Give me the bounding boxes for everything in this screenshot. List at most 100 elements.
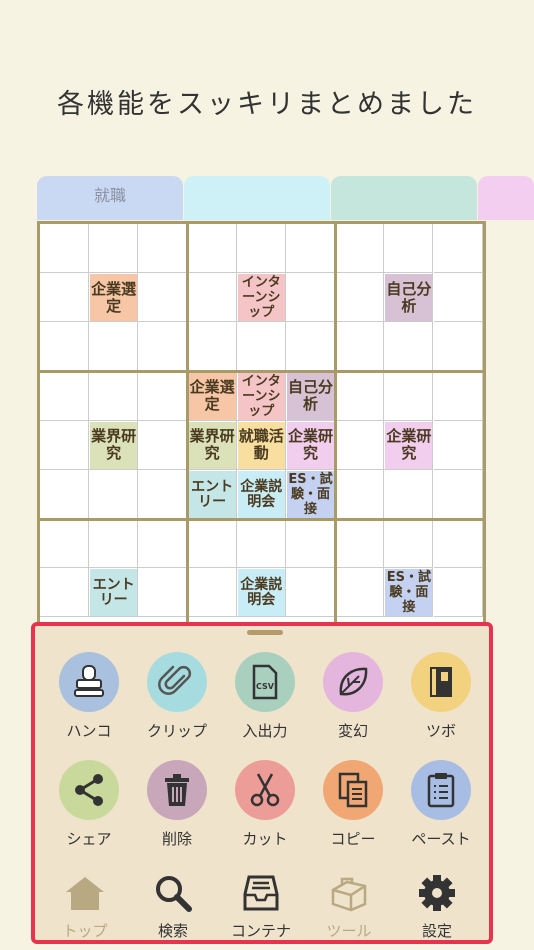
tab-label: 就職 xyxy=(93,186,126,205)
grid-cell[interactable] xyxy=(89,224,139,273)
grid-cell[interactable] xyxy=(433,322,483,372)
tool-cut-button[interactable]: カット xyxy=(225,760,305,849)
grid-cell[interactable] xyxy=(335,371,385,421)
grid-cell[interactable] xyxy=(384,224,434,273)
grid-cell[interactable] xyxy=(138,420,188,470)
tool-henken-button[interactable]: 変幻 xyxy=(313,652,393,741)
grid-cell[interactable] xyxy=(40,371,89,421)
grid-cell[interactable] xyxy=(335,322,385,372)
share-icon xyxy=(59,760,119,820)
grid-tag[interactable]: 企業選定 xyxy=(188,372,236,420)
grid-cell[interactable] xyxy=(40,519,89,569)
grid-cell[interactable] xyxy=(335,224,385,273)
tab-2[interactable] xyxy=(184,176,330,220)
grid-cell[interactable] xyxy=(384,519,434,569)
grid-tag[interactable]: 業界研究 xyxy=(90,421,138,469)
grid-cell[interactable] xyxy=(433,470,483,519)
grid-cell[interactable] xyxy=(286,322,335,372)
grid-tag[interactable]: エントリー xyxy=(90,569,138,617)
grid-cell[interactable] xyxy=(236,224,286,273)
grid-cell[interactable] xyxy=(286,519,335,569)
grid-cell[interactable] xyxy=(286,568,335,618)
grid-cell[interactable] xyxy=(335,273,385,323)
tab-3[interactable] xyxy=(331,176,477,220)
grid-tag[interactable]: 自己分析 xyxy=(287,372,334,420)
tool-label: クリップ xyxy=(146,722,207,740)
grid-cell[interactable] xyxy=(40,420,89,470)
nav-settings[interactable]: 設定 xyxy=(397,874,477,941)
grid-cell[interactable] xyxy=(40,273,89,323)
tab-4[interactable] xyxy=(478,176,534,220)
nav-tool[interactable]: ツール xyxy=(309,874,389,941)
tool-hanko-button[interactable]: ハンコ xyxy=(49,652,129,741)
tool-label: ペースト xyxy=(411,830,471,848)
nav-top[interactable]: トップ xyxy=(45,874,125,941)
grid-cell[interactable] xyxy=(187,224,237,273)
grid-cell[interactable] xyxy=(89,519,139,569)
grid-tag[interactable]: エントリー xyxy=(188,471,236,518)
block-divider xyxy=(40,517,483,521)
grid-tag[interactable]: インターンシップ xyxy=(237,274,285,322)
grid-cell[interactable] xyxy=(138,322,188,372)
grid-tag[interactable]: 企業説明会 xyxy=(237,569,285,617)
grid-tag[interactable]: 自己分析 xyxy=(385,274,433,322)
grid-tag[interactable]: 企業研究 xyxy=(287,421,334,469)
grid-cell[interactable] xyxy=(335,519,385,569)
grid-cell[interactable] xyxy=(89,371,139,421)
grid-cell[interactable] xyxy=(286,273,335,323)
grid-cell[interactable] xyxy=(40,322,89,372)
grid-cell[interactable] xyxy=(335,568,385,618)
tool-delete-button[interactable]: 削除 xyxy=(137,760,217,849)
tool-tsubo-button[interactable]: ツボ xyxy=(401,652,481,741)
grid-cell[interactable] xyxy=(433,420,483,470)
grid-cell[interactable] xyxy=(433,568,483,618)
grid-cell[interactable] xyxy=(89,322,139,372)
grid-cell[interactable] xyxy=(433,224,483,273)
grid-cell[interactable] xyxy=(433,371,483,421)
grid-tag[interactable]: ES・試験・面接 xyxy=(287,471,334,518)
grid-tag[interactable]: 企業選定 xyxy=(90,274,138,322)
grid-cell[interactable] xyxy=(236,519,286,569)
grid-cell[interactable] xyxy=(138,273,188,323)
memo-grid[interactable]: 企業選定 インターンシップ 自己分析 企業選定 インターンシップ 自己分析 業界研究 業界研究… xyxy=(37,221,486,631)
grid-cell[interactable] xyxy=(384,470,434,519)
grid-cell[interactable] xyxy=(187,322,237,372)
grid-cell[interactable] xyxy=(433,519,483,569)
grid-cell[interactable] xyxy=(433,273,483,323)
grid-cell[interactable] xyxy=(138,568,188,618)
tab-shushoku[interactable]: 就職 xyxy=(37,176,183,220)
grid-tag[interactable]: 就職活動 xyxy=(237,421,285,469)
grid-tag[interactable]: ES・試験・面接 xyxy=(385,569,433,617)
tool-share-button[interactable]: シェア xyxy=(49,760,129,849)
grid-cell[interactable] xyxy=(187,519,237,569)
grid-cell[interactable] xyxy=(138,519,188,569)
tool-io-button[interactable]: CSV 入出力 xyxy=(225,652,305,741)
nav-container[interactable]: コンテナ xyxy=(221,874,301,941)
grid-cell[interactable] xyxy=(384,371,434,421)
grid-cell[interactable] xyxy=(138,470,188,519)
grid-tag[interactable]: 企業説明会 xyxy=(237,471,285,518)
grid-cell[interactable] xyxy=(40,224,89,273)
grid-cell[interactable] xyxy=(384,322,434,372)
drag-handle[interactable] xyxy=(247,630,283,635)
grid-cell[interactable] xyxy=(89,470,139,519)
grid-tag[interactable]: インターンシップ xyxy=(237,372,285,420)
nav-label: トップ xyxy=(62,922,108,940)
tool-copy-button[interactable]: コピー xyxy=(313,760,393,849)
grid-cell[interactable] xyxy=(40,568,89,618)
grid-cell[interactable] xyxy=(187,273,237,323)
nav-search[interactable]: 検索 xyxy=(133,874,213,941)
grid-cell[interactable] xyxy=(236,322,286,372)
tool-clip-button[interactable]: クリップ xyxy=(137,652,217,741)
grid-cell[interactable] xyxy=(286,224,335,273)
grid-cell[interactable] xyxy=(335,420,385,470)
grid-cell[interactable] xyxy=(138,371,188,421)
grid-tag[interactable]: 業界研究 xyxy=(188,421,236,469)
grid-cell[interactable] xyxy=(335,470,385,519)
grid-tag[interactable]: 企業研究 xyxy=(385,421,433,469)
grid-cell[interactable] xyxy=(40,470,89,519)
grid-cell[interactable] xyxy=(138,224,188,273)
tool-paste-button[interactable]: ペースト xyxy=(401,760,481,849)
home-icon xyxy=(66,877,104,910)
grid-cell[interactable] xyxy=(187,568,237,618)
